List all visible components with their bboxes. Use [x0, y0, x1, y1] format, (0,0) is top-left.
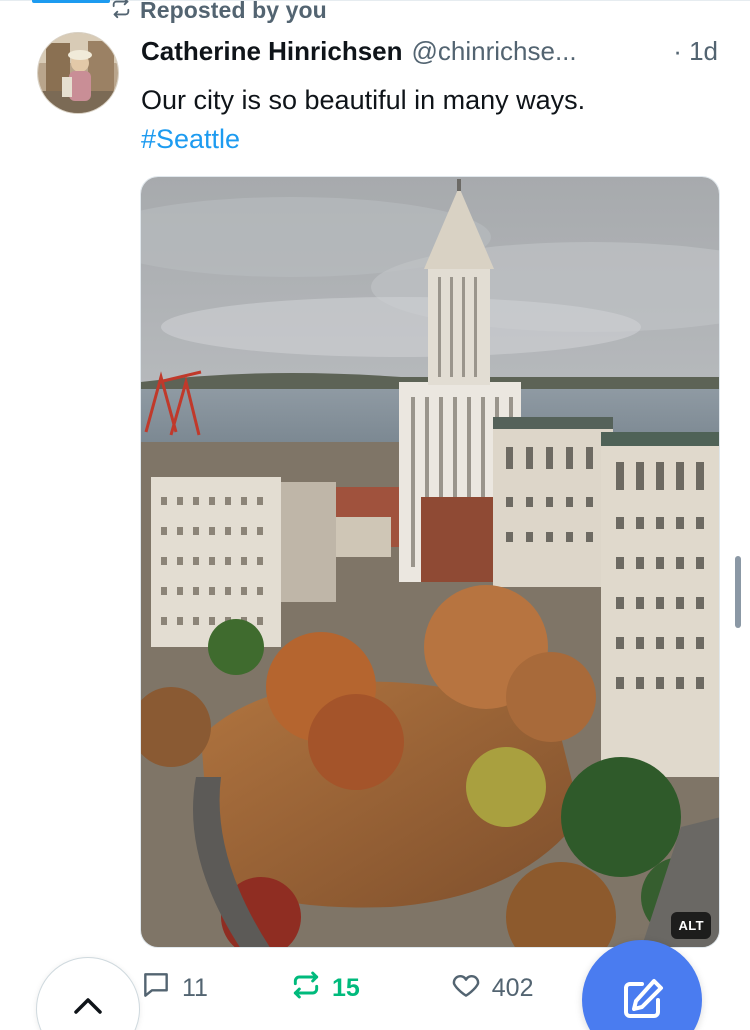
- scroll-to-top-button[interactable]: [36, 957, 140, 1030]
- hashtag-link[interactable]: #Seattle: [141, 120, 731, 159]
- compose-button[interactable]: [582, 940, 702, 1030]
- alt-badge[interactable]: ALT: [671, 912, 711, 939]
- feed-screen: Reposted by you Catherine Hinrichsen @ch…: [0, 0, 750, 1030]
- post-body: Our city is so beautiful in many ways.: [141, 85, 586, 115]
- post-timestamp[interactable]: · 1d: [673, 36, 718, 67]
- author-display-name[interactable]: Catherine Hinrichsen: [141, 36, 403, 67]
- reply-button[interactable]: 11: [140, 969, 208, 1008]
- post-header: Catherine Hinrichsen @chinrichse... · 1d: [141, 36, 731, 67]
- repost-count: 15: [331, 973, 360, 1002]
- tab-indicator: [32, 0, 110, 3]
- like-button[interactable]: 402: [450, 969, 534, 1008]
- like-count: 402: [491, 973, 534, 1002]
- repost-icon: [290, 969, 322, 1008]
- post-actions: 11 15 402: [140, 966, 580, 1010]
- compose-icon: [618, 976, 666, 1029]
- repost-button[interactable]: 15: [290, 969, 360, 1008]
- scrollbar[interactable]: [735, 556, 741, 628]
- heart-icon: [450, 969, 482, 1008]
- post-text: Our city is so beautiful in many ways. #…: [141, 81, 731, 159]
- author-handle[interactable]: @chinrichse...: [412, 36, 577, 67]
- reply-count: 11: [182, 973, 208, 1002]
- avatar[interactable]: [37, 32, 119, 114]
- repost-icon: [110, 0, 132, 24]
- reply-icon: [140, 969, 172, 1008]
- repost-banner-label: Reposted by you: [140, 0, 327, 23]
- chevron-up-icon: [72, 994, 104, 1021]
- repost-banner: Reposted by you: [110, 0, 327, 26]
- post-image[interactable]: ALT: [140, 176, 720, 948]
